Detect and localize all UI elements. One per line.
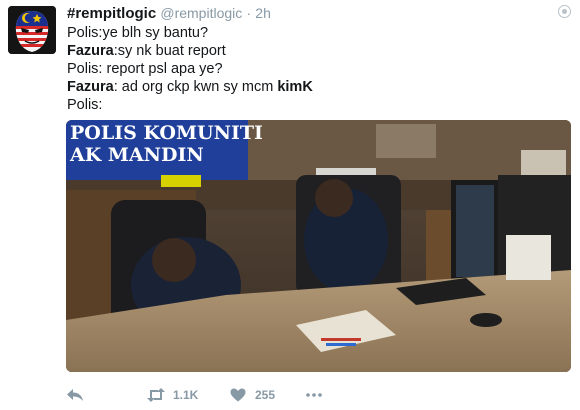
like-count: 255 [255,388,276,402]
bold-text: Fazura [67,43,114,59]
tweet-line: Fazura:sy nk buat report [67,42,313,60]
text-span: Polis: report psl apa ye? [67,61,223,77]
text-span: : ad org ckp kwn sy mcm [113,79,278,95]
tweet-timestamp[interactable]: 2h [255,5,271,21]
avatar[interactable] [8,6,56,54]
bold-text: kimK [277,79,313,95]
display-name[interactable]: #rempitlogic [67,5,156,22]
text-span: Polis:ye blh sy bantu? [67,25,209,41]
text-span: Polis: [67,97,103,113]
sign-line-2: AK MANDIN [70,144,204,166]
tweet-header: #rempitlogic @rempitlogic · 2h [67,5,271,22]
tweet-text: Polis:ye blh sy bantu? Fazura:sy nk buat … [67,24,313,114]
tweet-line: Polis: [67,96,313,114]
reply-icon [67,389,83,401]
like-button[interactable]: 255 [230,388,306,402]
tweet-line: Fazura: ad org ckp kwn sy mcm kimK [67,78,313,96]
reply-button[interactable] [66,388,146,402]
tweet-card: #rempitlogic @rempitlogic · 2h Polis:ye … [0,0,580,410]
retweet-count: 1.1K [173,388,199,402]
more-button[interactable] [306,393,336,397]
retweet-button[interactable]: 1.1K [146,388,230,402]
text-span: :sy nk buat report [113,43,226,59]
bold-text: Fazura [67,79,114,95]
sign-text: POLIS KOMUNITI AK MANDIN [70,122,263,166]
more-dots-icon [306,393,322,397]
tweet-line: Polis: report psl apa ye? [67,60,313,78]
retweet-icon [147,388,165,402]
user-handle[interactable]: @rempitlogic [160,5,242,21]
tweet-line: Polis:ye blh sy bantu? [67,24,313,42]
sign-line-1: POLIS KOMUNITI [70,122,263,144]
flag-mask-image [8,6,56,54]
header-separator: · [246,5,252,21]
tweet-photo[interactable]: POLIS KOMUNITI AK MANDIN [66,120,571,372]
heart-icon [230,388,246,402]
tweet-menu-icon[interactable] [558,5,571,18]
tweet-actions: 1.1K 255 [66,384,571,406]
